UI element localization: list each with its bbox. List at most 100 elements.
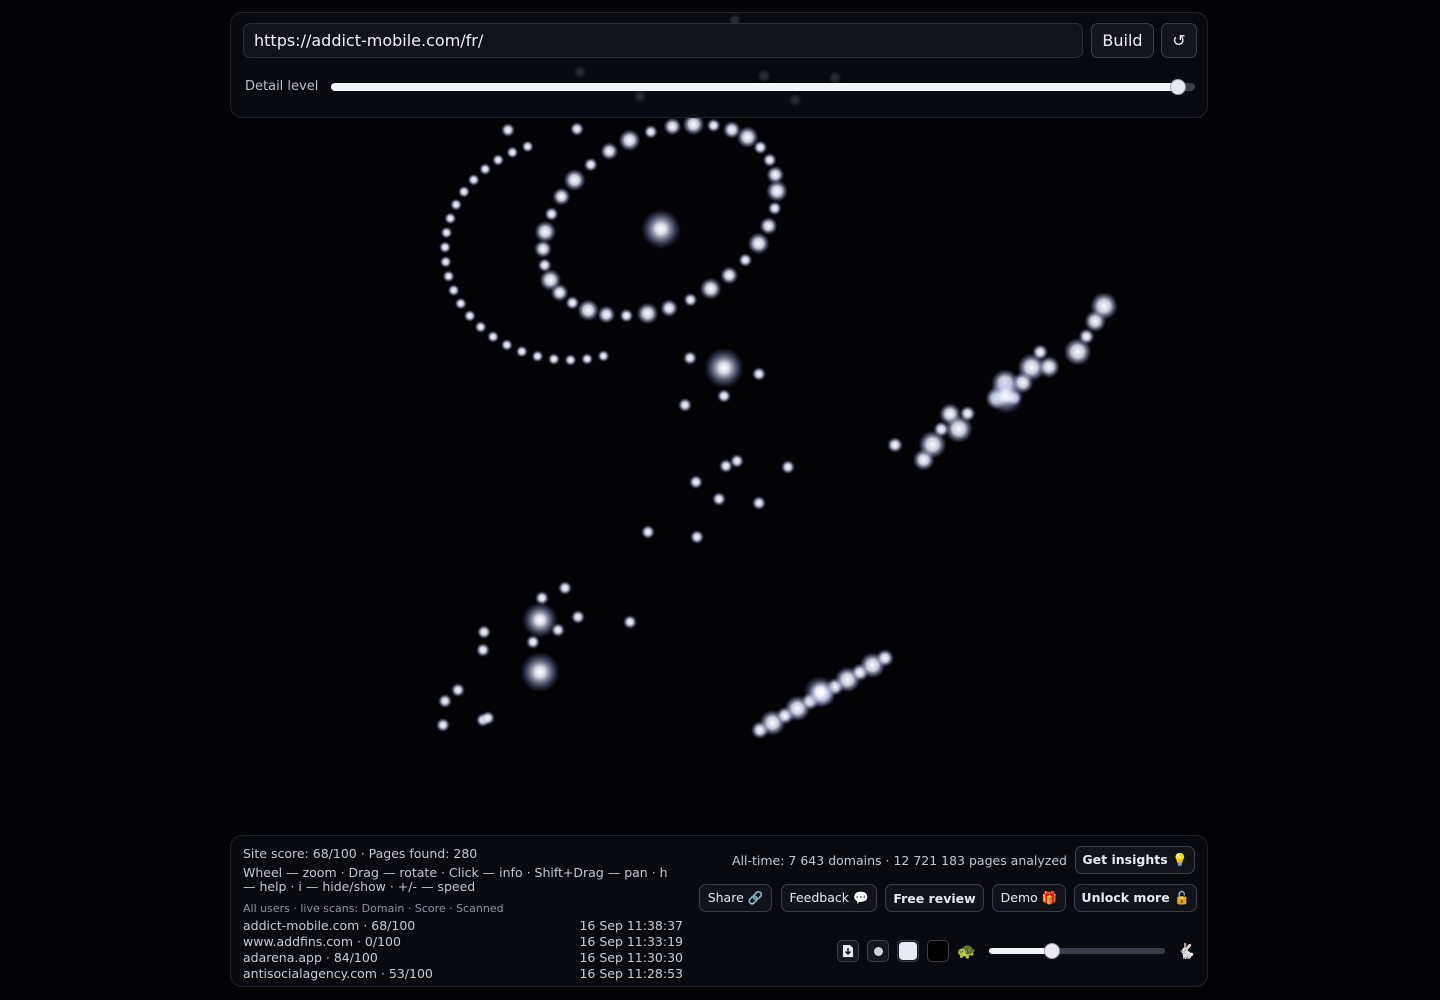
page-node[interactable] bbox=[444, 212, 457, 225]
page-node[interactable] bbox=[600, 142, 619, 161]
page-node[interactable] bbox=[766, 180, 789, 203]
page-node[interactable] bbox=[663, 117, 682, 136]
page-node[interactable] bbox=[547, 353, 560, 366]
download-icon[interactable] bbox=[837, 940, 859, 962]
page-node[interactable] bbox=[619, 308, 634, 323]
page-node[interactable] bbox=[641, 525, 655, 539]
speed-thumb[interactable] bbox=[1044, 943, 1061, 959]
page-node[interactable] bbox=[563, 168, 586, 191]
page-node[interactable] bbox=[660, 299, 679, 318]
page-node[interactable] bbox=[597, 305, 616, 324]
page-node[interactable] bbox=[581, 352, 594, 365]
scan-row[interactable]: adarena.app · 84/100 16 Sep 11:30:30 bbox=[243, 950, 683, 966]
page-node[interactable] bbox=[752, 367, 766, 381]
page-node[interactable] bbox=[474, 320, 487, 333]
page-node[interactable] bbox=[479, 163, 492, 176]
page-node[interactable] bbox=[717, 389, 731, 403]
page-node[interactable] bbox=[500, 338, 513, 351]
page-node[interactable] bbox=[439, 255, 452, 268]
reload-icon[interactable]: ↺ bbox=[1161, 23, 1197, 58]
page-node[interactable] bbox=[752, 496, 766, 510]
page-node[interactable] bbox=[552, 187, 571, 206]
page-node[interactable] bbox=[477, 625, 491, 639]
page-node[interactable] bbox=[636, 302, 659, 325]
dark-background-icon[interactable] bbox=[927, 940, 949, 962]
page-node[interactable] bbox=[577, 299, 600, 322]
page-node[interactable] bbox=[1090, 292, 1118, 320]
free-review-button[interactable]: Free review bbox=[885, 884, 984, 912]
page-node[interactable] bbox=[699, 277, 722, 300]
graph-nodes[interactable] bbox=[436, 13, 1118, 739]
scan-row[interactable]: addict-mobile.com · 68/100 16 Sep 11:38:… bbox=[243, 918, 683, 934]
page-node[interactable] bbox=[570, 122, 584, 136]
page-node[interactable] bbox=[438, 694, 452, 708]
page-node[interactable] bbox=[501, 123, 515, 137]
page-node[interactable] bbox=[463, 309, 476, 322]
page-node[interactable] bbox=[712, 492, 726, 506]
page-node[interactable] bbox=[753, 140, 768, 155]
page-node[interactable] bbox=[959, 405, 976, 422]
page-node[interactable] bbox=[683, 292, 698, 307]
speed-slider[interactable] bbox=[989, 943, 1165, 959]
hub-node[interactable] bbox=[988, 378, 1024, 414]
page-node[interactable] bbox=[476, 643, 490, 657]
page-node[interactable] bbox=[683, 351, 697, 365]
page-node[interactable] bbox=[533, 239, 552, 258]
page-node[interactable] bbox=[887, 437, 903, 453]
page-node[interactable] bbox=[506, 146, 519, 159]
page-node[interactable] bbox=[689, 475, 703, 489]
page-node[interactable] bbox=[583, 157, 598, 172]
get-insights-button[interactable]: Get insights 💡 bbox=[1075, 846, 1195, 874]
page-node[interactable] bbox=[759, 216, 778, 235]
page-node[interactable] bbox=[623, 615, 637, 629]
unlock-more-button[interactable]: Unlock more 🔓 bbox=[1074, 884, 1197, 912]
detail-level-slider[interactable] bbox=[331, 79, 1195, 95]
page-node[interactable] bbox=[558, 581, 572, 595]
page-node[interactable] bbox=[762, 153, 777, 168]
page-node[interactable] bbox=[515, 345, 528, 358]
scan-row[interactable]: www.addfins.com · 0/100 16 Sep 11:33:19 bbox=[243, 934, 683, 950]
page-node[interactable] bbox=[1037, 355, 1060, 378]
page-node[interactable] bbox=[467, 173, 480, 186]
page-node[interactable] bbox=[738, 253, 753, 268]
share-button[interactable]: Share 🔗 bbox=[699, 884, 772, 912]
url-input[interactable] bbox=[243, 23, 1083, 58]
page-node[interactable] bbox=[618, 129, 641, 152]
page-node[interactable] bbox=[539, 268, 562, 291]
hub-node[interactable] bbox=[804, 676, 836, 708]
page-node[interactable] bbox=[487, 330, 500, 343]
page-node[interactable] bbox=[454, 297, 467, 310]
page-node[interactable] bbox=[690, 530, 704, 544]
page-node[interactable] bbox=[481, 711, 495, 725]
page-node[interactable] bbox=[440, 226, 453, 239]
page-node[interactable] bbox=[706, 118, 721, 133]
page-node[interactable] bbox=[876, 649, 894, 667]
hub-node[interactable] bbox=[704, 348, 744, 388]
page-node[interactable] bbox=[537, 258, 552, 273]
page-node[interactable] bbox=[457, 185, 470, 198]
page-node[interactable] bbox=[781, 460, 795, 474]
page-node[interactable] bbox=[720, 266, 739, 285]
page-node[interactable] bbox=[565, 295, 580, 310]
hub-node[interactable] bbox=[641, 209, 681, 249]
page-node[interactable] bbox=[450, 198, 463, 211]
page-node[interactable] bbox=[747, 232, 770, 255]
demo-button[interactable]: Demo 🎁 bbox=[992, 884, 1066, 912]
hub-node[interactable] bbox=[522, 602, 558, 638]
page-node[interactable] bbox=[544, 207, 559, 222]
scan-row[interactable]: antisocialagency.com · 53/100 16 Sep 11:… bbox=[243, 966, 683, 982]
page-node[interactable] bbox=[521, 140, 534, 153]
hub-node[interactable] bbox=[520, 652, 560, 692]
page-node[interactable] bbox=[439, 241, 452, 254]
feedback-button[interactable]: Feedback 💬 bbox=[781, 884, 877, 912]
page-node[interactable] bbox=[531, 350, 544, 363]
detail-level-thumb[interactable] bbox=[1169, 79, 1186, 95]
big-node-icon[interactable] bbox=[897, 940, 919, 962]
page-node[interactable] bbox=[492, 153, 505, 166]
page-node[interactable] bbox=[451, 683, 465, 697]
page-node[interactable] bbox=[564, 353, 577, 366]
page-node[interactable] bbox=[597, 349, 610, 362]
page-node[interactable] bbox=[447, 284, 460, 297]
page-node[interactable] bbox=[767, 201, 782, 216]
page-node[interactable] bbox=[678, 398, 692, 412]
